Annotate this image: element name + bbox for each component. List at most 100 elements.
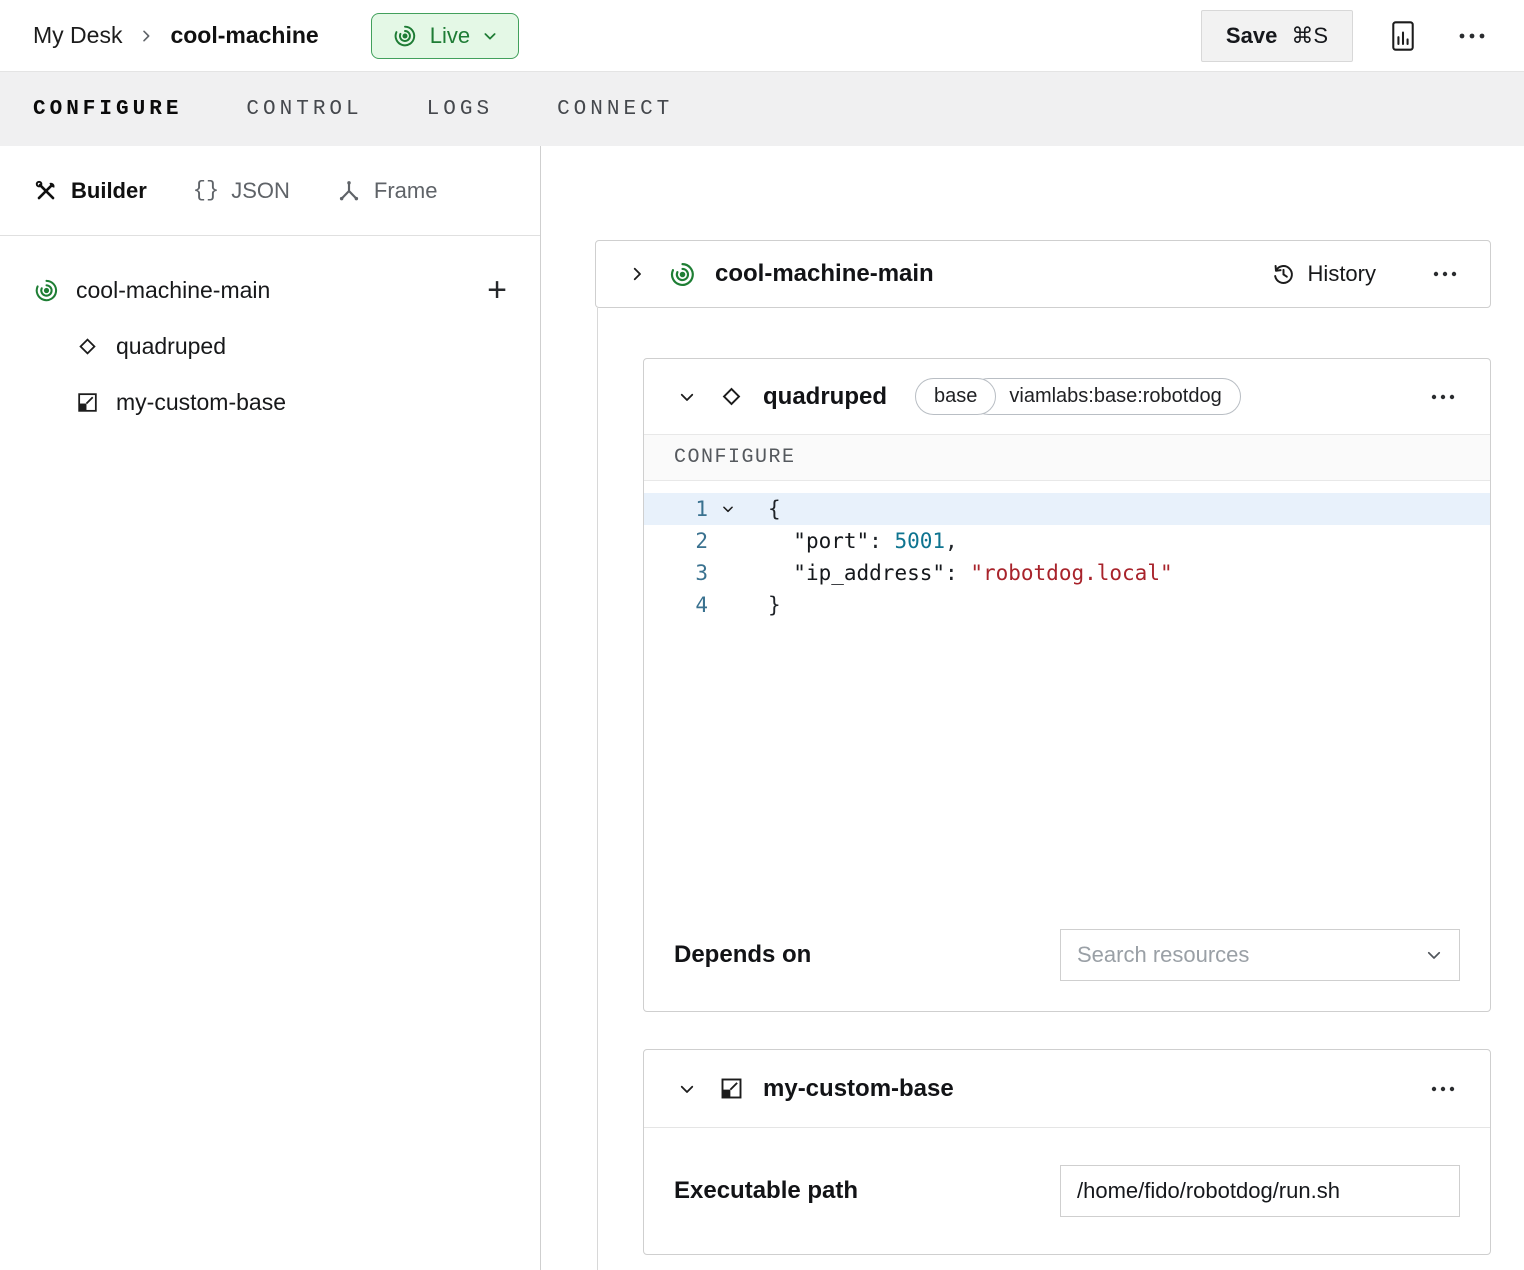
line-number: 3 xyxy=(644,557,708,589)
top-bar: My Desk cool-machine Live Save ⌘ xyxy=(0,0,1524,72)
save-shortcut: ⌘S xyxy=(1291,23,1328,49)
collapse-component-button[interactable] xyxy=(674,384,700,410)
frame-axes-icon xyxy=(336,178,362,204)
tab-bar: CONFIGURE CONTROL LOGS CONNECT xyxy=(0,72,1524,146)
code-text[interactable]: { xyxy=(748,493,781,525)
tab-control[interactable]: CONTROL xyxy=(246,98,362,121)
top-bar-actions: Save ⌘S xyxy=(1201,10,1491,62)
more-horizontal-icon xyxy=(1430,1085,1456,1093)
tab-connect[interactable]: CONNECT xyxy=(557,98,673,121)
code-text[interactable]: "ip_address": "robotdog.local" xyxy=(748,557,1173,589)
mode-json-label: JSON xyxy=(231,178,290,204)
machine-part-title: cool-machine-main xyxy=(715,260,934,288)
document-chart-icon xyxy=(1389,20,1417,52)
line-number: 4 xyxy=(644,589,708,621)
component-title: my-custom-base xyxy=(763,1075,954,1103)
configure-section-bar: CONFIGURE xyxy=(644,434,1490,481)
tree-item-quadruped[interactable]: quadruped xyxy=(0,318,540,374)
live-label: Live xyxy=(430,23,470,49)
view-mode-switch: Builder {} JSON Frame xyxy=(0,146,540,236)
type-badge: base xyxy=(915,378,996,415)
custom-base-body: Executable path xyxy=(644,1128,1490,1254)
broadcast-icon xyxy=(392,23,418,49)
save-button[interactable]: Save ⌘S xyxy=(1201,10,1353,62)
quadruped-card-header: quadruped base viamlabs:base:robotdog xyxy=(644,359,1490,434)
history-button[interactable]: History xyxy=(1271,261,1376,287)
depends-on-select[interactable] xyxy=(1060,929,1460,981)
diamond-icon xyxy=(718,383,745,410)
tree-root-machine-part[interactable]: cool-machine-main + xyxy=(0,262,540,318)
configure-content: cool-machine-main History xyxy=(541,146,1524,1270)
tab-configure[interactable]: CONFIGURE xyxy=(33,98,182,121)
configure-section-label: CONFIGURE xyxy=(674,446,796,469)
depends-on-row: Depends on xyxy=(644,899,1490,1011)
chevron-down-icon xyxy=(482,28,498,44)
chevron-down-icon xyxy=(678,388,696,406)
code-line[interactable]: 1{ xyxy=(644,493,1490,525)
code-line[interactable]: 3 "ip_address": "robotdog.local" xyxy=(644,557,1490,589)
breadcrumb-parent-link[interactable]: My Desk xyxy=(33,22,122,49)
breadcrumb-current: cool-machine xyxy=(170,22,318,49)
fold-chevron-icon[interactable] xyxy=(708,502,748,516)
line-number: 1 xyxy=(644,493,708,525)
broadcast-icon xyxy=(668,260,697,289)
chevron-down-icon xyxy=(678,1080,696,1098)
tree-root-label: cool-machine-main xyxy=(76,277,270,304)
component-more-button[interactable] xyxy=(1426,389,1460,405)
executable-path-label: Executable path xyxy=(674,1177,858,1205)
executable-path-input[interactable] xyxy=(1060,1165,1460,1217)
more-horizontal-icon xyxy=(1432,270,1458,278)
machine-part-more-button[interactable] xyxy=(1428,266,1462,282)
mode-json[interactable]: {} JSON xyxy=(193,178,290,204)
code-line[interactable]: 4} xyxy=(644,589,1490,621)
machine-page: My Desk cool-machine Live Save ⌘ xyxy=(0,0,1524,1270)
depends-on-label: Depends on xyxy=(674,941,811,969)
tree-item-label: quadruped xyxy=(116,333,226,360)
custom-base-card: my-custom-base Executable path xyxy=(643,1049,1491,1255)
history-label: History xyxy=(1308,261,1376,287)
component-more-button[interactable] xyxy=(1426,1081,1460,1097)
mode-frame-label: Frame xyxy=(374,178,438,204)
search-resources-input[interactable] xyxy=(1077,942,1415,968)
mode-builder[interactable]: Builder xyxy=(33,178,147,204)
save-label: Save xyxy=(1226,23,1277,49)
live-status-dropdown[interactable]: Live xyxy=(371,13,519,59)
more-horizontal-icon xyxy=(1457,31,1487,41)
chevron-down-icon xyxy=(1425,946,1443,964)
tree-item-my-custom-base[interactable]: my-custom-base xyxy=(0,374,540,430)
code-lines: 1{2 "port": 5001,3 "ip_address": "robotd… xyxy=(644,493,1490,621)
chevron-right-icon xyxy=(138,28,154,44)
tools-icon xyxy=(33,178,59,204)
braces-icon: {} xyxy=(193,178,219,203)
quadruped-component-card: quadruped base viamlabs:base:robotdog CO… xyxy=(643,358,1491,1012)
custom-base-card-header: my-custom-base xyxy=(644,1050,1490,1128)
line-number: 2 xyxy=(644,525,708,557)
code-line[interactable]: 2 "port": 5001, xyxy=(644,525,1490,557)
part-tree: cool-machine-main + quadruped xyxy=(0,236,540,430)
model-badge: viamlabs:base:robotdog xyxy=(970,378,1240,415)
history-clock-icon xyxy=(1271,262,1296,287)
more-horizontal-icon xyxy=(1430,393,1456,401)
part-connector-line xyxy=(597,308,598,1270)
module-icon xyxy=(75,390,100,415)
json-code-editor[interactable]: 1{2 "port": 5001,3 "ip_address": "robotd… xyxy=(644,481,1490,899)
component-type-badges: base viamlabs:base:robotdog xyxy=(915,378,1241,415)
metrics-button[interactable] xyxy=(1385,16,1421,56)
breadcrumb: My Desk cool-machine xyxy=(33,22,319,49)
expand-part-button[interactable] xyxy=(624,261,650,287)
mode-frame[interactable]: Frame xyxy=(336,178,438,204)
builder-sidebar: Builder {} JSON Frame xyxy=(0,146,541,1270)
collapse-component-button[interactable] xyxy=(674,1076,700,1102)
broadcast-icon xyxy=(33,277,60,304)
mode-builder-label: Builder xyxy=(71,178,147,204)
module-icon xyxy=(718,1075,745,1102)
add-component-button[interactable]: + xyxy=(487,273,507,307)
tab-logs[interactable]: LOGS xyxy=(427,98,493,121)
code-text[interactable]: "port": 5001, xyxy=(748,525,958,557)
tree-item-label: my-custom-base xyxy=(116,389,286,416)
machine-part-card: cool-machine-main History xyxy=(595,240,1491,308)
diamond-icon xyxy=(75,334,100,359)
header-more-button[interactable] xyxy=(1453,27,1491,45)
component-title: quadruped xyxy=(763,383,887,411)
code-text[interactable]: } xyxy=(748,589,781,621)
